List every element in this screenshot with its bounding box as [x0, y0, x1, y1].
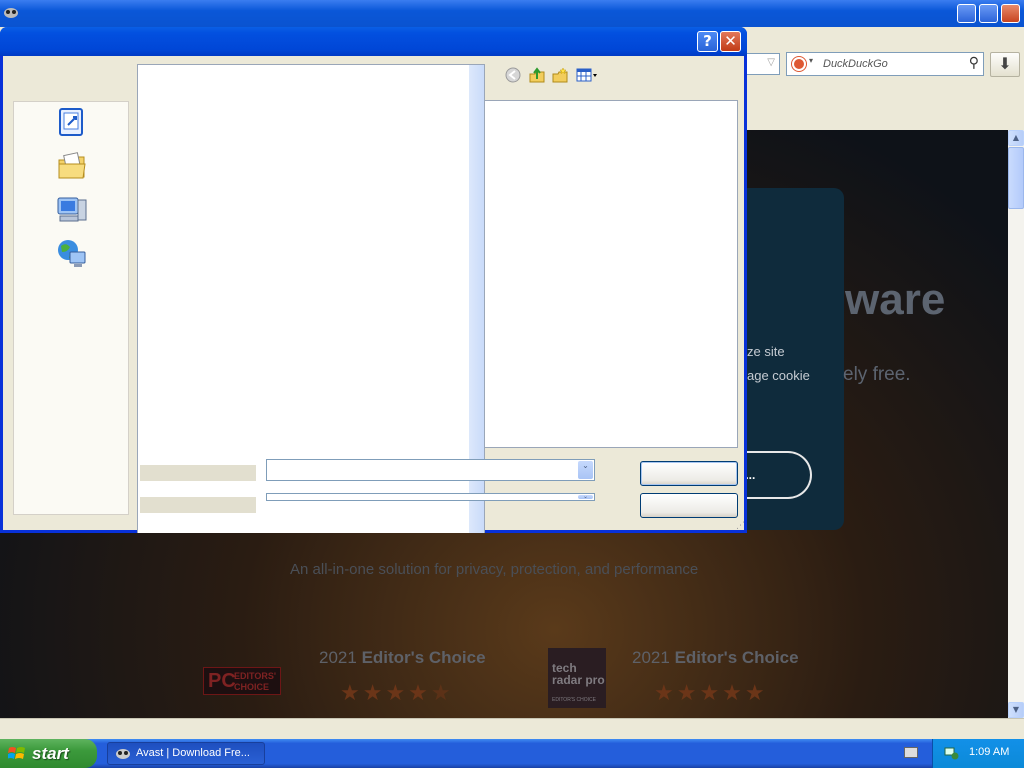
status-bar	[0, 718, 1024, 739]
file-name-combo[interactable]: ⌄	[266, 459, 595, 481]
back-icon[interactable]	[505, 67, 521, 83]
taskbar-item-label: Avast | Download Fre...	[136, 747, 250, 759]
award-name: Editor's Choice	[674, 648, 799, 667]
badge-line: radar pro	[552, 673, 605, 687]
download-button[interactable]: ⬇	[990, 52, 1020, 77]
search-input[interactable]: DuckDuckGo	[823, 58, 888, 70]
scroll-down-icon[interactable]: ▼	[1008, 702, 1024, 718]
award-year: 2021	[319, 648, 357, 667]
restore-button[interactable]	[979, 4, 998, 23]
browser-app-icon	[4, 8, 18, 18]
badge-footer: EDITOR'S CHOICE	[552, 697, 596, 703]
page-scrollbar[interactable]: ▲ ▼	[1008, 130, 1024, 718]
close-button[interactable]	[1001, 4, 1020, 23]
award-title-right: 2021 Editor's Choice	[632, 648, 799, 668]
ok-button[interactable]	[640, 461, 738, 486]
rating-stars-left: ★★★★★	[340, 681, 454, 706]
engine-caret-icon[interactable]: ▾	[809, 56, 813, 65]
my-documents-icon[interactable]	[56, 150, 88, 182]
dialog-title-bar[interactable]: ? ✕	[0, 27, 747, 56]
techradar-badge: tech radar pro EDITOR'S CHOICE	[548, 648, 606, 708]
dialog-close-button[interactable]: ✕	[720, 31, 741, 52]
award-title-left: 2021 Editor's Choice	[319, 648, 486, 668]
browser-app-icon	[116, 749, 130, 759]
rating-stars-right: ★★★★★	[654, 681, 768, 706]
search-icon[interactable]: ⚲	[969, 55, 979, 71]
my-computer-icon[interactable]	[56, 194, 88, 226]
tagline: An all-in-one solution for privacy, prot…	[290, 561, 699, 578]
chevron-down-icon[interactable]: ⌄	[578, 494, 593, 500]
file-type-combo[interactable]: ⌄	[266, 493, 595, 501]
scroll-thumb[interactable]	[1008, 147, 1024, 209]
pcmag-logo: PC	[208, 670, 236, 692]
duckduckgo-icon[interactable]	[792, 57, 806, 71]
file-list[interactable]	[484, 100, 738, 448]
file-dialog: ? ✕ ⌄ ⌄ ⋰	[0, 27, 747, 533]
chevron-down-icon[interactable]: ⌄	[578, 461, 593, 479]
dialog-nav-toolbar	[503, 67, 603, 85]
dropdown-arrow-icon: ▽	[767, 57, 775, 68]
help-button[interactable]: ?	[697, 31, 718, 52]
minimize-button[interactable]	[957, 4, 976, 23]
search-box[interactable]: ▾ DuckDuckGo ⚲	[786, 52, 984, 76]
award-name: Editor's Choice	[361, 648, 486, 667]
hero-card-text: ze site	[747, 344, 785, 359]
scroll-up-icon[interactable]: ▲	[1008, 130, 1024, 146]
windows-flag-icon	[8, 747, 25, 759]
taskbar-item-browser[interactable]: Avast | Download Fre...	[107, 742, 265, 765]
network-places-icon[interactable]	[56, 238, 88, 270]
places-bar	[13, 101, 129, 515]
new-folder-icon[interactable]	[552, 67, 568, 83]
hero-subheading: ely free.	[843, 364, 911, 385]
badge-line: EDITORS'	[234, 671, 276, 681]
browser-title-bar	[0, 0, 1024, 27]
resize-grip-icon[interactable]: ⋰	[736, 521, 745, 531]
system-tray: 1:09 AM	[932, 739, 1024, 768]
network-icon[interactable]	[943, 745, 959, 761]
hero-heading: ware	[845, 275, 946, 324]
recent-documents-icon[interactable]	[56, 106, 88, 138]
award-year: 2021	[632, 648, 670, 667]
file-name-label	[140, 465, 256, 481]
keyboard-icon[interactable]	[904, 747, 918, 758]
file-type-label	[140, 497, 256, 513]
start-label: start	[32, 744, 69, 763]
hero-card-text: age cookie	[747, 368, 810, 383]
views-icon[interactable]	[576, 67, 600, 83]
start-button[interactable]: start	[0, 739, 97, 768]
pcmag-badge: PC EDITORS' CHOICE	[203, 667, 281, 695]
clock[interactable]: 1:09 AM	[969, 746, 1009, 758]
badge-line: CHOICE	[234, 682, 270, 692]
cancel-button[interactable]	[640, 493, 738, 518]
taskbar: start Avast | Download Fre... 1:09 AM	[0, 739, 1024, 768]
up-folder-icon[interactable]	[529, 67, 545, 83]
